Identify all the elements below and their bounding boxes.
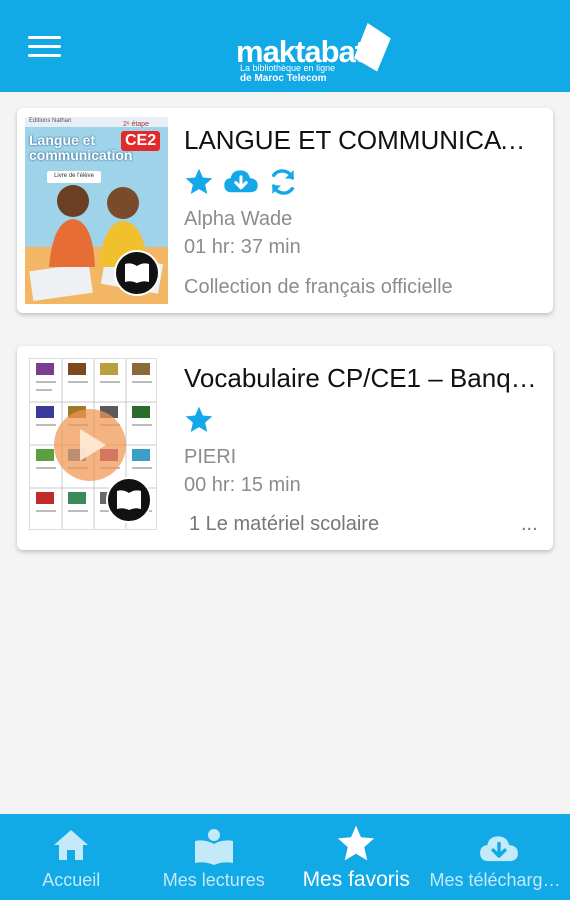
tab-mes-favoris[interactable]: Mes favoris [285, 814, 428, 900]
star-icon [338, 825, 375, 861]
book-title: Vocabulaire CP/CE1 – Banque d'images [184, 363, 540, 393]
book-type-badge [106, 477, 152, 523]
home-icon [54, 830, 89, 860]
sync-icon[interactable] [267, 166, 299, 198]
book-author: Alpha Wade [184, 208, 293, 230]
description-ellipsis: ... [521, 513, 538, 535]
book-author: PIERI [184, 446, 237, 468]
favorite-book-card[interactable]: Langue et communication CE2 2ᵉ étape Liv… [17, 108, 553, 313]
book-duration: 01 hr: 37 min [184, 236, 301, 258]
book-cover [29, 358, 157, 530]
tab-label: Mes téléchargements [429, 870, 570, 890]
cloud-download-icon[interactable] [223, 166, 259, 198]
top-app-bar: maktabati La bibliothèque en ligne de Ma… [0, 0, 570, 92]
reader-icon [194, 829, 233, 865]
tab-label: Accueil [42, 870, 101, 890]
cloud-download-icon [479, 836, 518, 862]
book-type-badge [114, 250, 160, 296]
tab-label: Mes lectures [162, 870, 265, 890]
logo-tagline: La bibliothèque en ligne [240, 63, 336, 73]
open-book-icon [117, 490, 141, 510]
hamburger-menu-icon[interactable] [28, 36, 61, 58]
book-actions [183, 403, 215, 437]
book-cover: Langue et communication CE2 2ᵉ étape Liv… [25, 117, 168, 304]
tab-accueil[interactable]: Accueil [0, 814, 143, 900]
maktabati-logo: maktabati La bibliothèque en ligne de Ma… [236, 14, 406, 84]
bottom-navigation: Accueil Mes lectures Mes favoris Mes tél… [0, 814, 570, 900]
open-book-icon [125, 263, 149, 283]
logo-brand: de Maroc Telecom [240, 73, 327, 84]
cover-cycle-label: 2ᵉ étape [123, 121, 149, 128]
cover-grade-badge: CE2 [121, 131, 161, 151]
tab-mes-lectures[interactable]: Mes lectures [143, 814, 286, 900]
logo-book-mark-icon [354, 21, 394, 73]
favorite-star-icon[interactable] [183, 166, 215, 198]
book-description: 1 Le matériel scolaire [189, 513, 380, 535]
favorite-star-icon[interactable] [183, 404, 215, 436]
book-description: Collection de français officielle [184, 276, 453, 298]
cover-subtitle: Livre de l'élève [54, 173, 94, 179]
video-play-overlay-icon [54, 409, 126, 481]
favorite-book-card[interactable]: Vocabulaire CP/CE1 – Banque d'images PIE… [17, 346, 553, 550]
tab-mes-telechargements[interactable]: Mes téléchargements [428, 814, 570, 900]
book-duration: 00 hr: 15 min [184, 474, 301, 496]
book-title: LANGUE ET COMMUNICATION [184, 125, 540, 155]
book-actions [183, 165, 299, 199]
tab-label: Mes favoris [302, 868, 410, 891]
cover-publisher: Éditions Nathan [29, 118, 72, 124]
